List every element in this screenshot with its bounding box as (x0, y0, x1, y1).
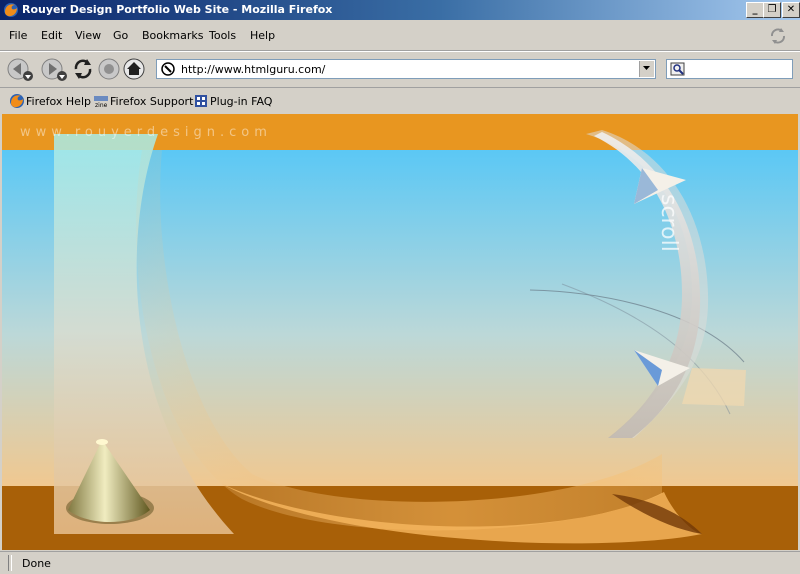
url-text[interactable]: http://www.htmlguru.com/ (181, 63, 325, 76)
stop-button[interactable] (97, 57, 121, 81)
bookmark-label: Firefox Help (26, 95, 91, 108)
svg-text:zine: zine (95, 102, 108, 109)
plugin-icon (195, 95, 207, 107)
bookmark-label: Firefox Support (110, 95, 194, 108)
menu-edit[interactable]: Edit (41, 29, 62, 42)
minimize-button[interactable]: _ (746, 2, 764, 18)
forward-button[interactable] (40, 57, 67, 81)
portfolio-artwork: scroll www.rouyerdesign.com (2, 114, 798, 550)
site-icon (161, 62, 175, 76)
bookmark-firefox-help[interactable]: Firefox Help (9, 93, 91, 109)
status-grip (8, 555, 12, 571)
restore-icon: ❐ (767, 4, 777, 15)
status-text: Done (22, 557, 51, 570)
cone-tip (96, 439, 108, 445)
home-icon (123, 58, 145, 80)
window-title: Rouyer Design Portfolio Web Site - Mozil… (22, 3, 333, 16)
menu-view[interactable]: View (75, 29, 101, 42)
bookmark-firefox-support[interactable]: zine Firefox Support (93, 93, 193, 109)
url-bar[interactable]: http://www.htmlguru.com/ (156, 59, 656, 79)
title-bar: Rouyer Design Portfolio Web Site - Mozil… (0, 0, 800, 20)
url-dropdown-button[interactable] (639, 61, 654, 77)
menu-bar: File Edit View Go Bookmarks Tools Help (0, 20, 800, 51)
page-content: scroll www.rouyerdesign.com (2, 114, 798, 550)
flag-shape (682, 368, 746, 406)
restore-button[interactable]: ❐ (763, 2, 781, 18)
search-input[interactable] (666, 59, 793, 79)
menu-tools[interactable]: Tools (209, 29, 236, 42)
menu-bookmarks[interactable]: Bookmarks (142, 29, 203, 42)
stop-icon (98, 58, 120, 80)
menu-file[interactable]: File (9, 29, 27, 42)
bookmarks-toolbar: Firefox Help zine Firefox Support Plug-i… (0, 87, 800, 113)
navigation-toolbar: http://www.htmlguru.com/ (0, 51, 800, 88)
scroll-label: scroll (656, 194, 681, 252)
firefox-icon (4, 3, 18, 17)
reload-button[interactable] (71, 57, 95, 81)
bookmark-plugin-faq[interactable]: Plug-in FAQ (193, 93, 273, 109)
back-icon (7, 58, 33, 81)
search-engine-icon (670, 62, 685, 76)
menu-help[interactable]: Help (250, 29, 275, 42)
reload-icon (74, 59, 92, 79)
back-button[interactable] (6, 57, 33, 81)
close-icon: ✕ (786, 4, 796, 15)
firefox-icon (10, 94, 24, 108)
zine-icon: zine (94, 96, 108, 109)
forward-icon (41, 58, 67, 81)
menu-go[interactable]: Go (113, 29, 128, 42)
minimize-icon: _ (752, 4, 758, 15)
throbber-icon (771, 28, 785, 44)
close-button[interactable]: ✕ (782, 2, 800, 18)
home-button[interactable] (122, 57, 146, 81)
chevron-down-icon (643, 66, 650, 70)
site-watermark: www.rouyerdesign.com (20, 125, 272, 140)
bookmark-label: Plug-in FAQ (210, 95, 273, 108)
status-bar: Done (0, 551, 800, 574)
